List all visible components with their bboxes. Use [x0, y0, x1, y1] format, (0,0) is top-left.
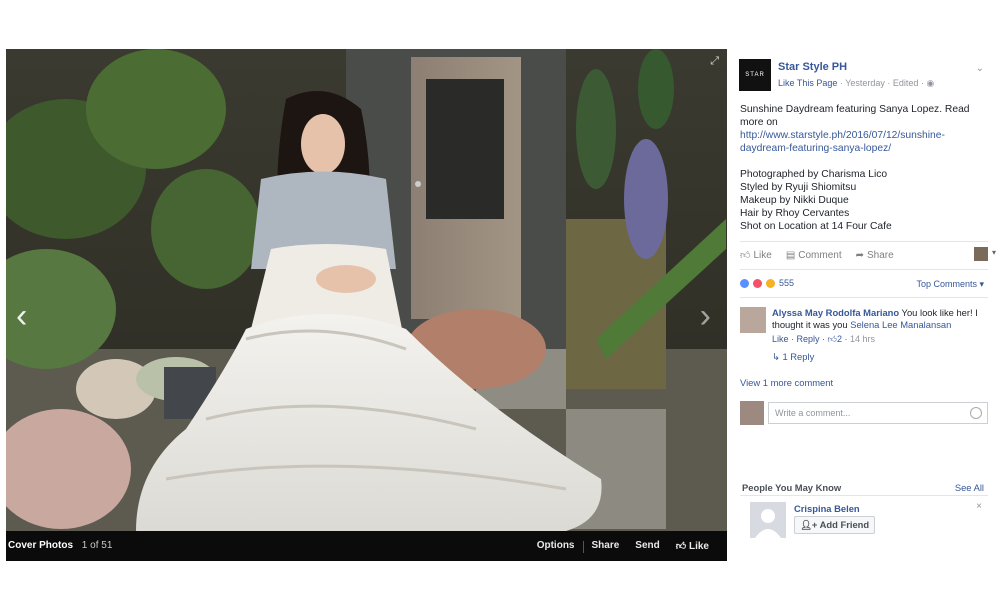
viewer-actions: Options Share Send 👍︎ Like [529, 540, 717, 553]
like-label: Like [688, 541, 709, 552]
avatar [740, 401, 764, 425]
edited-label[interactable]: Edited [893, 78, 919, 88]
thumbs-up-icon: 👍︎ [740, 250, 751, 261]
post-share-button[interactable]: ➦ Share [856, 250, 894, 261]
view-more-comments-link[interactable]: View 1 more comment [740, 377, 833, 388]
comment-input[interactable]: Write a comment... [768, 402, 988, 424]
view-replies-link[interactable]: ↳ 1 Reply [772, 351, 814, 363]
add-friend-icon: 👤︎+ [800, 519, 818, 530]
viewer-bottom-bar: Cover Photos 1 of 51 Options Share Send … [6, 531, 727, 561]
reply-arrow-icon: ↳ [772, 351, 780, 362]
divider [740, 241, 988, 242]
comment-label: Comment [798, 249, 842, 261]
fullscreen-icon[interactable]: ⤢ [710, 55, 719, 68]
thumbs-up-icon: 👍︎ [827, 334, 837, 344]
chevron-down-icon[interactable]: ⌄ [976, 63, 984, 74]
add-friend-label: Add Friend [819, 519, 870, 530]
caption-text: Sunshine Daydream featuring Sanya Lopez.… [740, 104, 970, 128]
top-comments-dropdown[interactable]: Top Comments ▾ [916, 279, 984, 290]
add-friend-button[interactable]: 👤︎+ Add Friend [794, 516, 876, 534]
post-comment-button[interactable]: ▤ Comment [786, 250, 842, 261]
page-name-link[interactable]: Star Style PH [778, 61, 847, 73]
options-button[interactable]: Options [529, 540, 583, 553]
write-comment-row: Write a comment... [740, 401, 992, 427]
comment-time[interactable]: 14 hrs [850, 334, 875, 344]
share-icon: ➦ [855, 249, 865, 261]
share-button[interactable]: Share [584, 540, 628, 553]
page-logo[interactable]: STAR [739, 59, 771, 91]
comment-reply-link[interactable]: Reply [797, 334, 820, 344]
emoji-icon[interactable] [970, 407, 982, 419]
like-button[interactable]: 👍︎ Like [668, 540, 717, 553]
avatar[interactable] [974, 247, 988, 261]
photo-position: 1 of 51 [81, 540, 113, 551]
wow-reaction-icon [766, 278, 775, 288]
credit-line: Hair by Rhoy Cervantes [740, 208, 850, 219]
post-sidebar: STAR Star Style PH Like This Page · Yest… [730, 49, 996, 561]
post-caption: Sunshine Daydream featuring Sanya Lopez.… [740, 103, 985, 233]
comment-like-count[interactable]: 2 [837, 334, 842, 344]
like-label: Like [753, 249, 772, 261]
credit-line: Styled by Ryuji Shiomitsu [740, 182, 857, 193]
commenter-name[interactable]: Alyssa May Rodolfa Mariano [772, 307, 899, 318]
divider [740, 495, 988, 496]
comment-icon: ▤ [785, 249, 796, 261]
mention-link[interactable]: Selena Lee Manalansan [850, 319, 951, 330]
previous-photo-arrow-icon[interactable]: ‹ [16, 299, 27, 333]
reply-count-label: 1 Reply [782, 351, 815, 362]
chevron-down-icon[interactable]: ▾ [992, 248, 996, 257]
divider [740, 297, 988, 298]
suggested-person-avatar[interactable] [750, 502, 786, 538]
cover-photo [6, 49, 727, 531]
credit-line: Photographed by Charisma Lico [740, 169, 888, 180]
album-info: Cover Photos 1 of 51 [8, 540, 112, 551]
reaction-count: 555 [779, 278, 795, 288]
people-you-may-know-title: People You May Know [742, 482, 842, 493]
commenter-avatar[interactable] [740, 307, 766, 333]
share-label: Share [867, 249, 894, 261]
send-button[interactable]: Send [627, 540, 667, 553]
photo-viewer: ‹ › ⤢ Cover Photos 1 of 51 Options Share… [6, 49, 727, 561]
album-title[interactable]: Cover Photos [8, 540, 73, 551]
comment-like-link[interactable]: Like [772, 334, 789, 344]
credit-line: Makeup by Nikki Duque [740, 195, 849, 206]
close-icon[interactable]: × [976, 501, 982, 512]
comment-body: Alyssa May Rodolfa Mariano You look like… [772, 307, 987, 345]
suggested-person-name[interactable]: Crispina Belen [794, 503, 860, 514]
like-page-link[interactable]: Like This Page [778, 78, 837, 88]
love-reaction-icon [753, 278, 762, 288]
reaction-summary[interactable]: 555 [740, 278, 794, 288]
divider [740, 269, 988, 270]
next-photo-arrow-icon[interactable]: › [700, 299, 711, 333]
see-all-link[interactable]: See All [955, 482, 984, 493]
post-time[interactable]: Yesterday [845, 78, 885, 88]
credit-line: Shot on Location at 14 Four Cafe [740, 221, 892, 232]
comment-meta: Like · Reply · 👍︎2 · 14 hrs [772, 334, 875, 344]
globe-icon: ◉ [926, 78, 935, 88]
post-like-button[interactable]: 👍︎ Like [740, 249, 772, 262]
caption-link[interactable]: http://www.starstyle.ph/2016/07/12/sunsh… [740, 130, 945, 154]
post-meta: Like This Page · Yesterday · Edited · ◉ [778, 78, 935, 88]
like-reaction-icon [740, 278, 749, 288]
post-actions: 👍︎ Like ▤ Comment ➦ Share ▾ [740, 245, 996, 265]
